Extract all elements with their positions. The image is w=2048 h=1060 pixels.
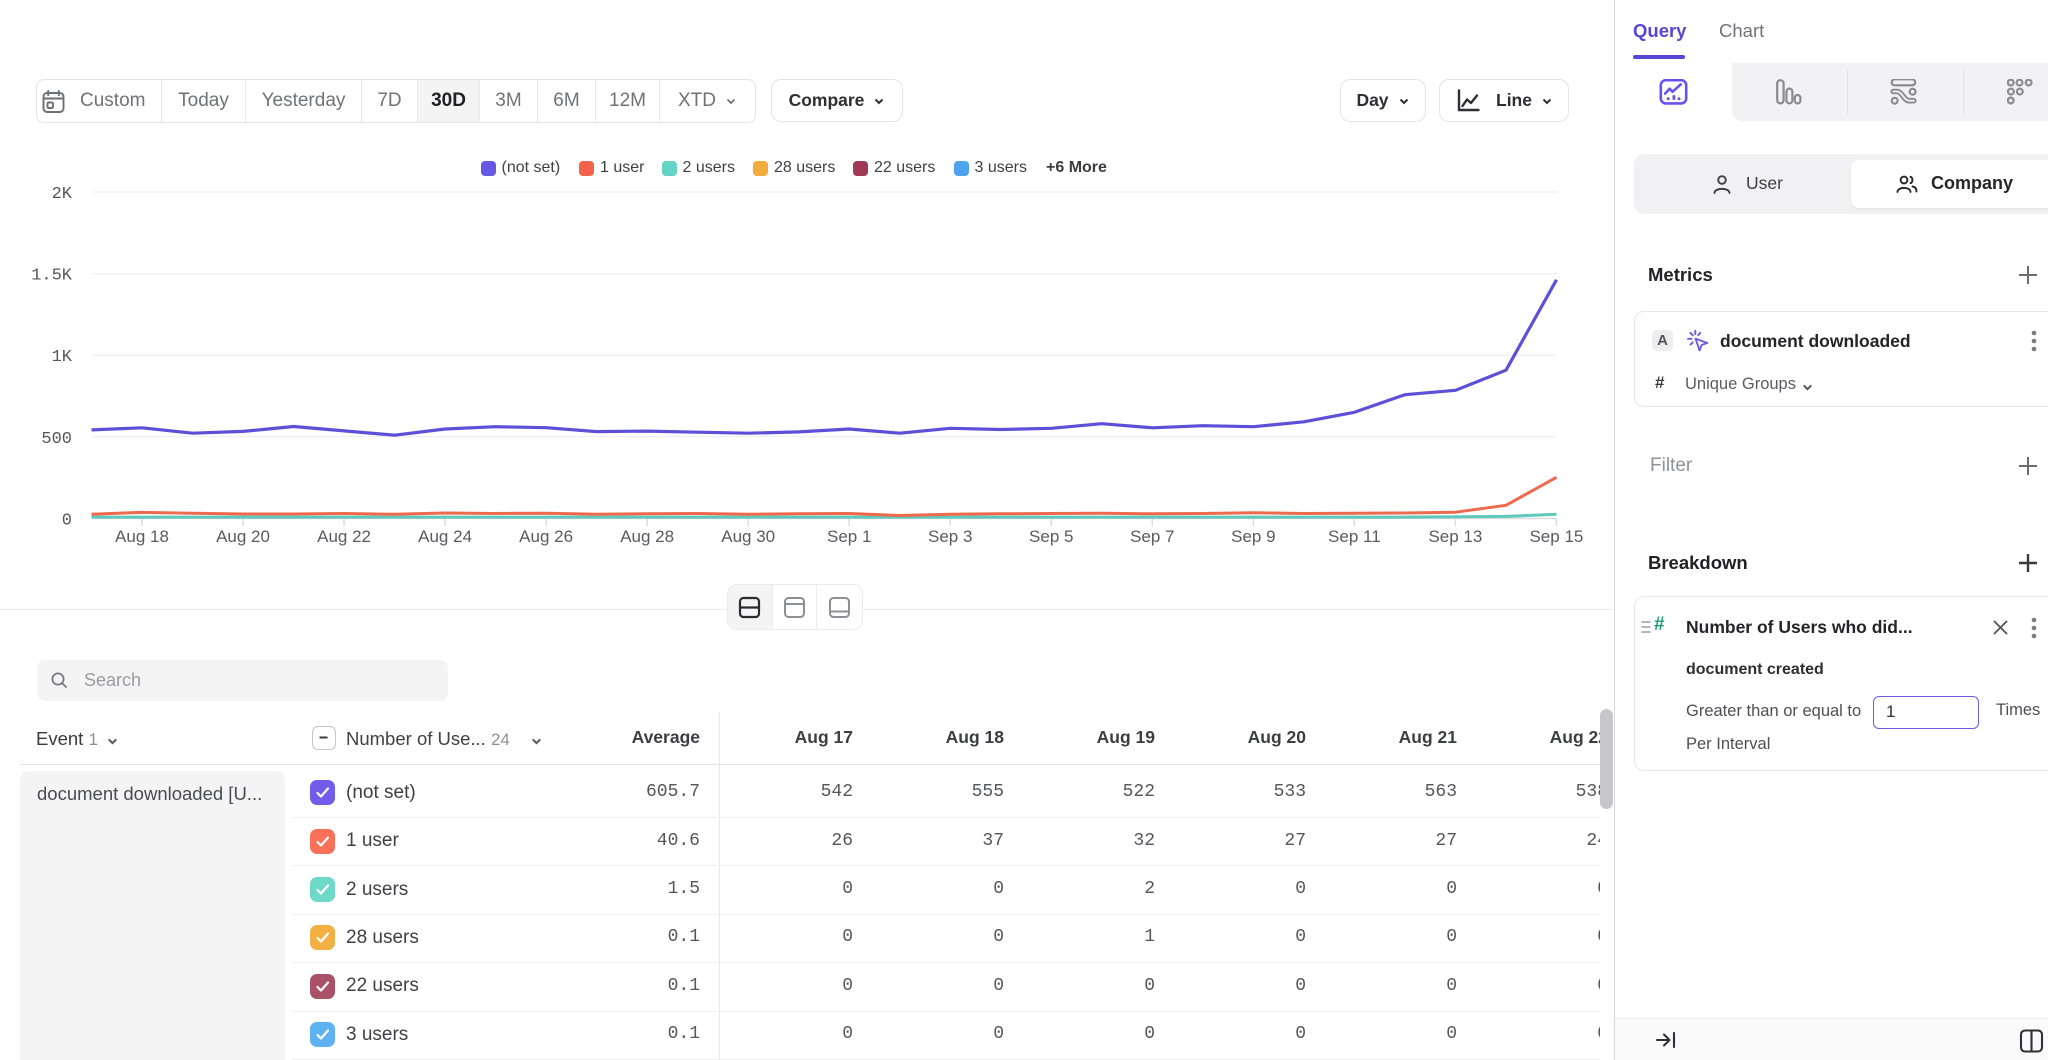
svg-text:Sep 1: Sep 1 <box>827 527 871 546</box>
svg-text:Sep 7: Sep 7 <box>1130 527 1174 546</box>
svg-text:Sep 11: Sep 11 <box>1328 527 1381 546</box>
svg-text:Aug 24: Aug 24 <box>418 527 472 546</box>
svg-text:Aug 18: Aug 18 <box>115 527 169 546</box>
svg-text:500: 500 <box>41 430 72 449</box>
svg-text:Sep 5: Sep 5 <box>1029 527 1073 546</box>
svg-text:Aug 28: Aug 28 <box>620 527 674 546</box>
svg-text:Aug 30: Aug 30 <box>721 527 775 546</box>
svg-text:Sep 9: Sep 9 <box>1231 527 1275 546</box>
svg-text:0: 0 <box>62 511 72 530</box>
svg-text:1K: 1K <box>52 348 73 367</box>
svg-text:Sep 3: Sep 3 <box>928 527 972 546</box>
svg-text:Aug 20: Aug 20 <box>216 527 270 546</box>
svg-text:Sep 13: Sep 13 <box>1428 527 1482 546</box>
svg-text:Sep 15: Sep 15 <box>1529 527 1583 546</box>
svg-text:1.5K: 1.5K <box>31 267 73 286</box>
svg-text:2K: 2K <box>52 185 73 204</box>
svg-text:Aug 26: Aug 26 <box>519 527 573 546</box>
svg-text:Aug 22: Aug 22 <box>317 527 371 546</box>
